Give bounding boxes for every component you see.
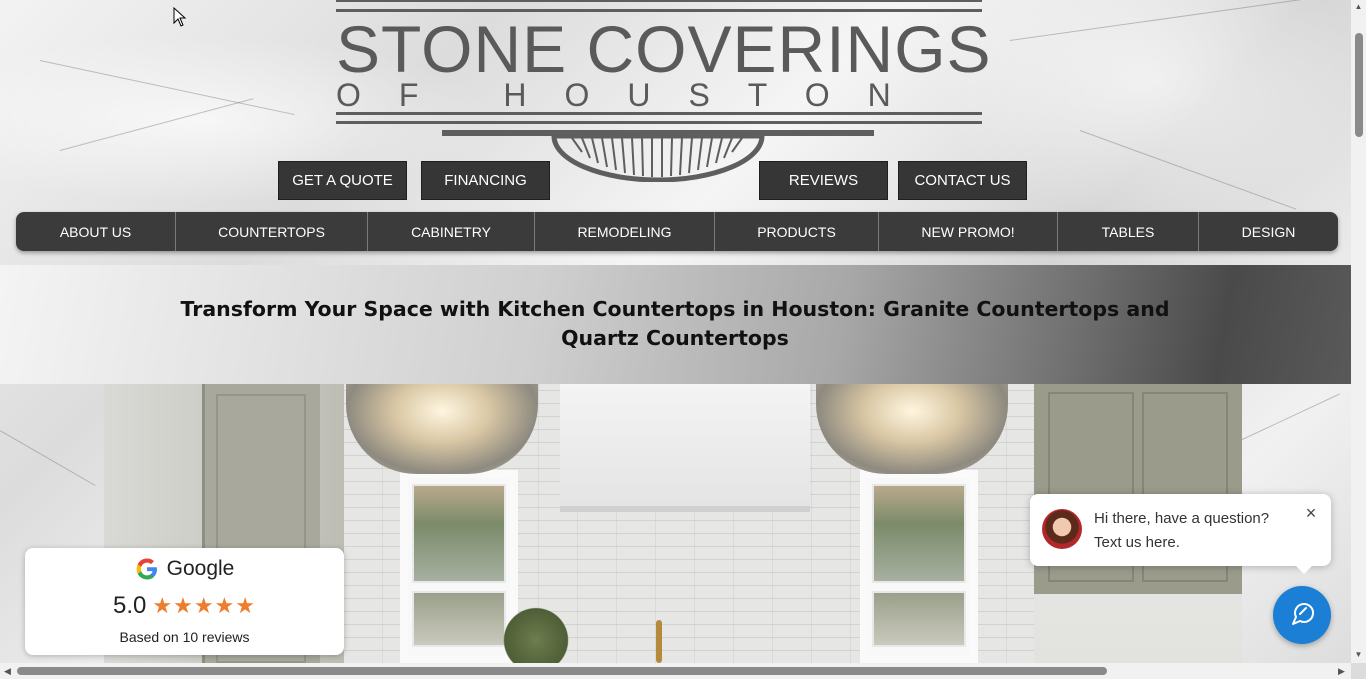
google-label: Google xyxy=(166,557,235,580)
nav-item-countertops[interactable]: COUNTERTOPS xyxy=(176,212,368,251)
chat-bubble-icon xyxy=(1292,603,1314,625)
contact-us-button[interactable]: CONTACT US xyxy=(898,161,1027,200)
chat-launcher-button[interactable] xyxy=(1273,586,1331,644)
get-a-quote-button[interactable]: GET A QUOTE xyxy=(278,161,407,200)
hero-headline: Transform Your Space with Kitchen Counte… xyxy=(180,297,1170,350)
nav-item-remodeling[interactable]: REMODELING xyxy=(535,212,715,251)
vertical-scrollbar[interactable]: ▲ ▼ xyxy=(1351,0,1366,663)
scroll-right-icon[interactable]: ▶ xyxy=(1338,666,1345,677)
chat-popup[interactable]: Hi there, have a question? Text us here.… xyxy=(1030,494,1331,574)
agent-avatar xyxy=(1042,509,1082,549)
logo-subtitle: OF HOUSTON xyxy=(336,77,929,113)
nav-item-cabinetry[interactable]: CABINETRY xyxy=(368,212,535,251)
google-reviews-widget[interactable]: Google 5.0 ★★★★★ Based on 10 reviews xyxy=(25,548,344,655)
close-icon[interactable]: × xyxy=(1302,504,1320,522)
site-logo[interactable]: STONE COVERINGS OF HOUSTON xyxy=(336,0,992,182)
horizontal-scrollbar[interactable]: ◀ ▶ xyxy=(0,663,1351,679)
nav-item-tables[interactable]: TABLES xyxy=(1058,212,1199,251)
chat-message: Hi there, have a question? Text us here. xyxy=(1094,510,1270,551)
horizontal-scroll-thumb[interactable] xyxy=(17,667,1107,675)
nav-item-new-promo[interactable]: NEW PROMO! xyxy=(879,212,1058,251)
hero-band: Transform Your Space with Kitchen Counte… xyxy=(0,265,1351,384)
main-nav: ABOUT US COUNTERTOPS CABINETRY REMODELIN… xyxy=(16,212,1338,251)
google-g-icon xyxy=(136,558,157,580)
scroll-left-icon[interactable]: ◀ xyxy=(4,666,11,677)
reviews-button[interactable]: REVIEWS xyxy=(759,161,888,200)
nav-item-products[interactable]: PRODUCTS xyxy=(715,212,879,251)
nav-item-about-us[interactable]: ABOUT US xyxy=(16,212,176,251)
scroll-down-icon[interactable]: ▼ xyxy=(1354,650,1363,659)
scroll-up-icon[interactable]: ▲ xyxy=(1354,2,1363,11)
nav-item-design[interactable]: DESIGN xyxy=(1199,212,1338,251)
rating-stars: ★★★★★ xyxy=(152,593,256,618)
reviews-count: Based on 10 reviews xyxy=(119,629,250,645)
rating-score: 5.0 xyxy=(113,592,147,619)
vertical-scroll-thumb[interactable] xyxy=(1355,33,1363,137)
mouse-cursor-icon xyxy=(173,7,187,27)
logo-title: STONE COVERINGS xyxy=(336,12,992,86)
financing-button[interactable]: FINANCING xyxy=(421,161,550,200)
